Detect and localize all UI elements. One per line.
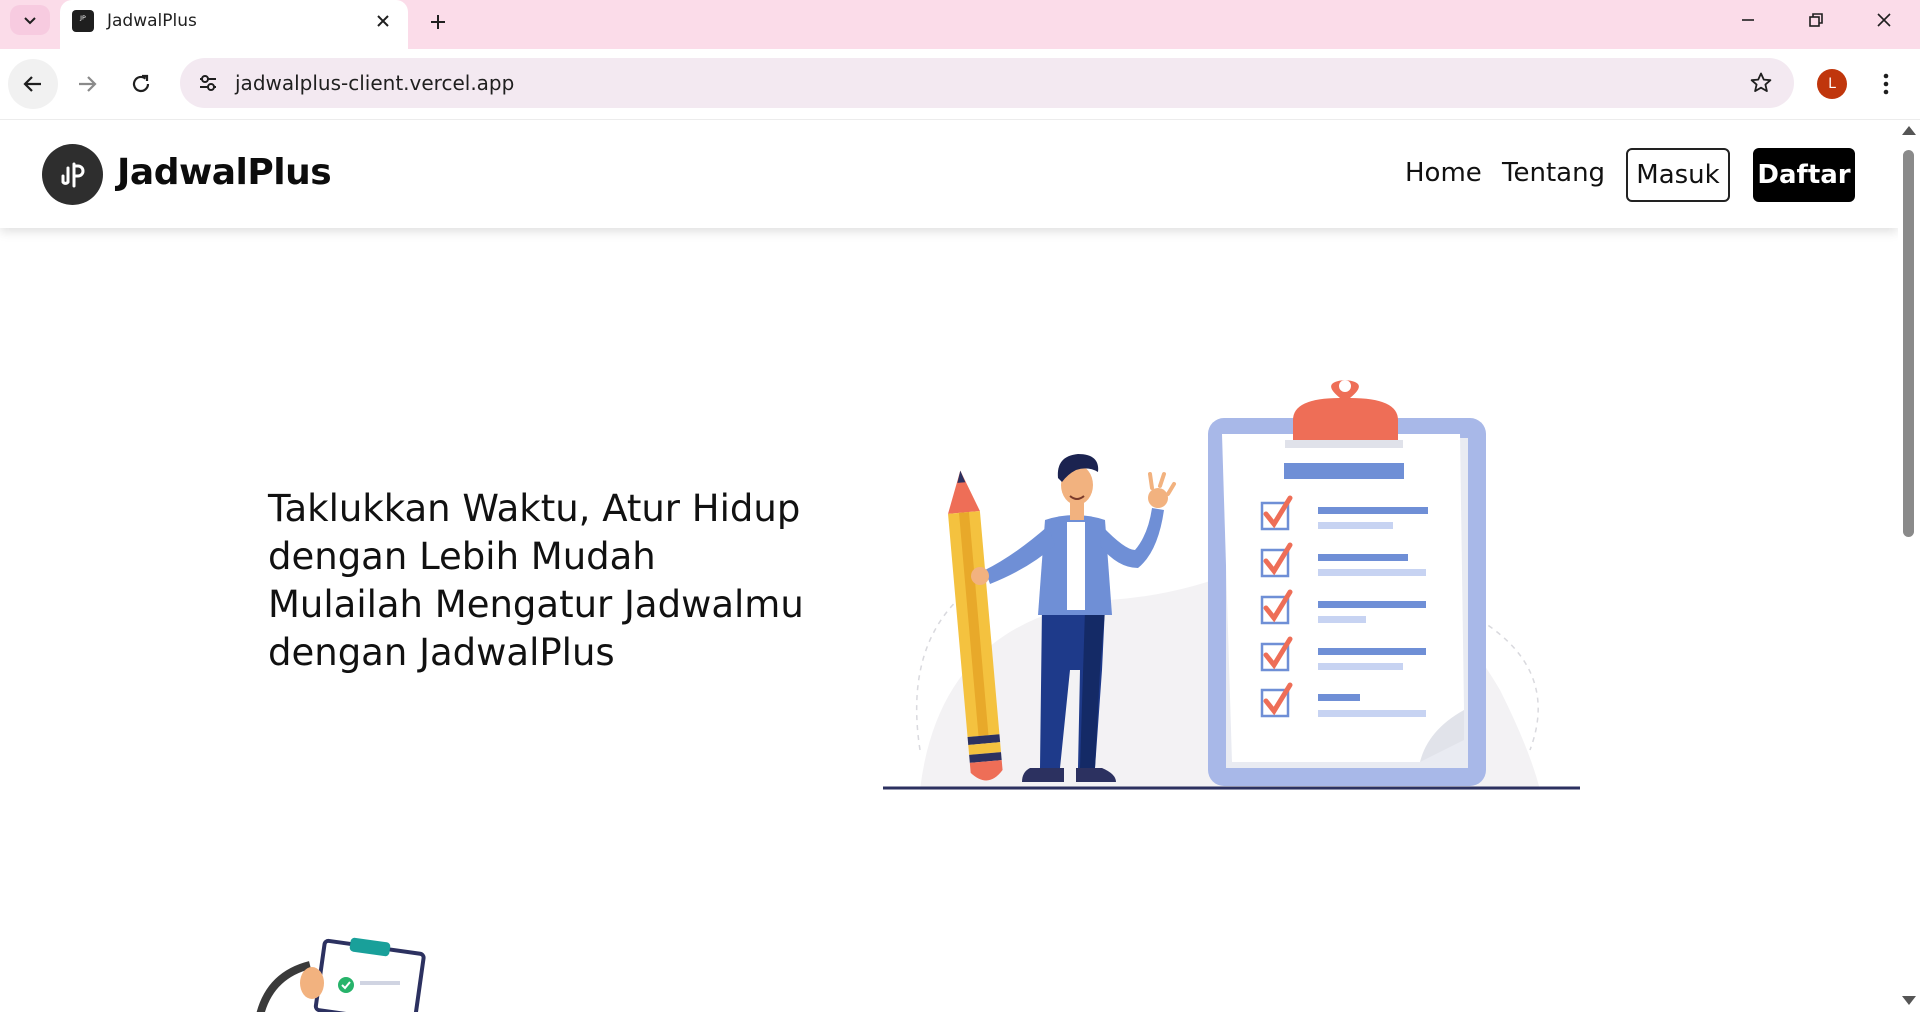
close-icon (1877, 13, 1891, 27)
hero-line: dengan JadwalPlus (268, 631, 615, 674)
clipboard-illustration (1208, 380, 1486, 786)
arrow-right-icon (79, 76, 97, 92)
scroll-up-arrow-icon[interactable] (1902, 126, 1916, 135)
arrow-left-icon (23, 76, 41, 92)
plus-icon (431, 15, 445, 29)
scroll-thumb[interactable] (1903, 150, 1914, 537)
minimize-icon (1742, 19, 1754, 21)
page-scrollbar[interactable] (1898, 120, 1920, 1012)
more-vertical-icon (1883, 73, 1889, 95)
tab-title: JadwalPlus (107, 11, 197, 31)
feature-illustration (256, 937, 426, 1012)
login-button[interactable]: Masuk (1626, 148, 1730, 202)
page-viewport: JadwalPlus Home Tentang Masuk Daftar Tak… (0, 120, 1898, 1012)
nav-home-link[interactable]: Home (1405, 158, 1482, 188)
forward-button[interactable] (62, 59, 112, 109)
brand-name[interactable]: JadwalPlus (117, 152, 332, 193)
browser-toolbar: jadwalplus-client.vercel.app L (0, 49, 1920, 120)
tab-favicon-icon: ᴶᴾ (72, 10, 94, 32)
close-window-button[interactable] (1850, 0, 1918, 40)
url-text: jadwalplus-client.vercel.app (235, 71, 515, 95)
brand-logo-icon[interactable] (42, 144, 103, 205)
hero-line: dengan Lebih Mudah (268, 535, 656, 578)
reload-icon (132, 74, 150, 93)
tab-search-button[interactable] (10, 5, 50, 35)
restore-icon (1809, 13, 1823, 27)
site-info-button[interactable] (192, 67, 224, 99)
tab-close-button[interactable] (370, 8, 396, 34)
reload-button[interactable] (116, 59, 166, 109)
jp-monogram-icon (61, 162, 84, 187)
back-button[interactable] (8, 59, 58, 109)
star-icon (1750, 72, 1772, 92)
profile-avatar[interactable]: L (1817, 69, 1847, 99)
hero-line: Mulailah Mengatur Jadwalmu (268, 583, 804, 626)
restore-button[interactable] (1782, 0, 1850, 40)
hero-line: Taklukkan Waktu, Atur Hidup (268, 487, 801, 530)
scroll-down-arrow-icon[interactable] (1902, 996, 1916, 1005)
bookmark-button[interactable] (1746, 68, 1776, 98)
close-icon (377, 15, 389, 27)
nav-about-link[interactable]: Tentang (1502, 158, 1605, 188)
hero-heading: Taklukkan Waktu, Atur Hidup dengan Lebih… (268, 485, 828, 677)
active-tab[interactable]: ᴶᴾ JadwalPlus (60, 0, 408, 49)
tune-icon (200, 75, 216, 91)
browser-menu-button[interactable] (1870, 67, 1902, 101)
browser-tabstrip: ᴶᴾ JadwalPlus (0, 0, 1920, 49)
chevron-down-icon (24, 17, 36, 25)
address-bar[interactable]: jadwalplus-client.vercel.app (180, 58, 1794, 108)
new-tab-button[interactable] (422, 6, 454, 38)
hero-illustration (883, 380, 1580, 790)
register-button[interactable]: Daftar (1753, 148, 1855, 202)
minimize-button[interactable] (1714, 0, 1782, 40)
site-navbar: JadwalPlus Home Tentang Masuk Daftar (0, 120, 1898, 228)
